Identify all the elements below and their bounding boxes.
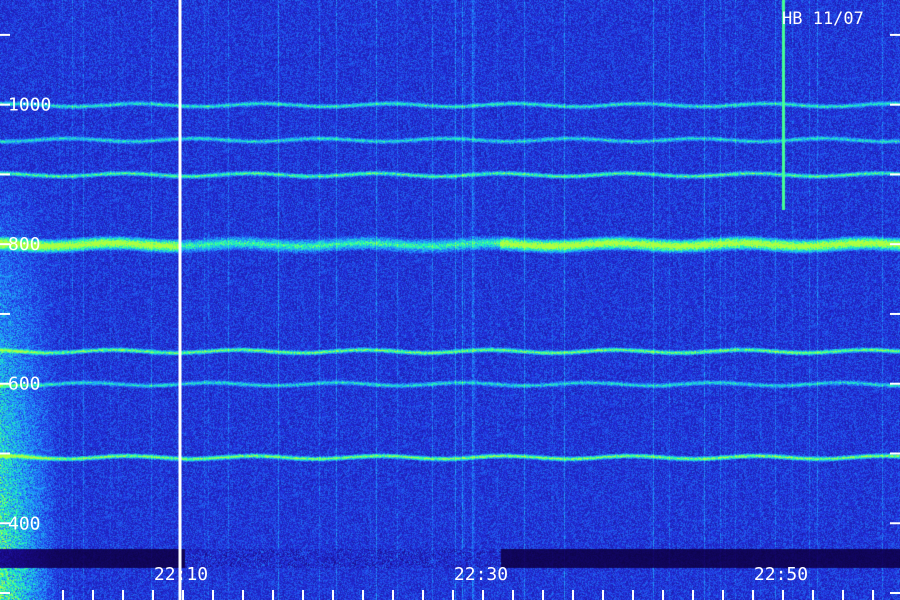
x-tick-label: 22:10 — [154, 564, 208, 585]
tick-label-layer: 400 600 800 1000 22:10 22:30 22:50 — [8, 95, 808, 585]
y-tick-label: 600 — [8, 374, 41, 395]
chart-overlay: 400 600 800 1000 22:10 22:30 22:50 HB 11/07 — [0, 0, 900, 600]
annotation-label: HB 11/07 — [782, 9, 864, 29]
y-tick-label: 800 — [8, 234, 41, 255]
y-tick-label: 400 — [8, 513, 41, 534]
spectrogram: 400 600 800 1000 22:10 22:30 22:50 HB 11/07 — [0, 0, 900, 600]
y-tick-label: 1000 — [8, 95, 51, 116]
tick-layer — [0, 33, 900, 600]
x-tick-label: 22:30 — [454, 564, 508, 585]
x-tick-label: 22:50 — [754, 564, 808, 585]
